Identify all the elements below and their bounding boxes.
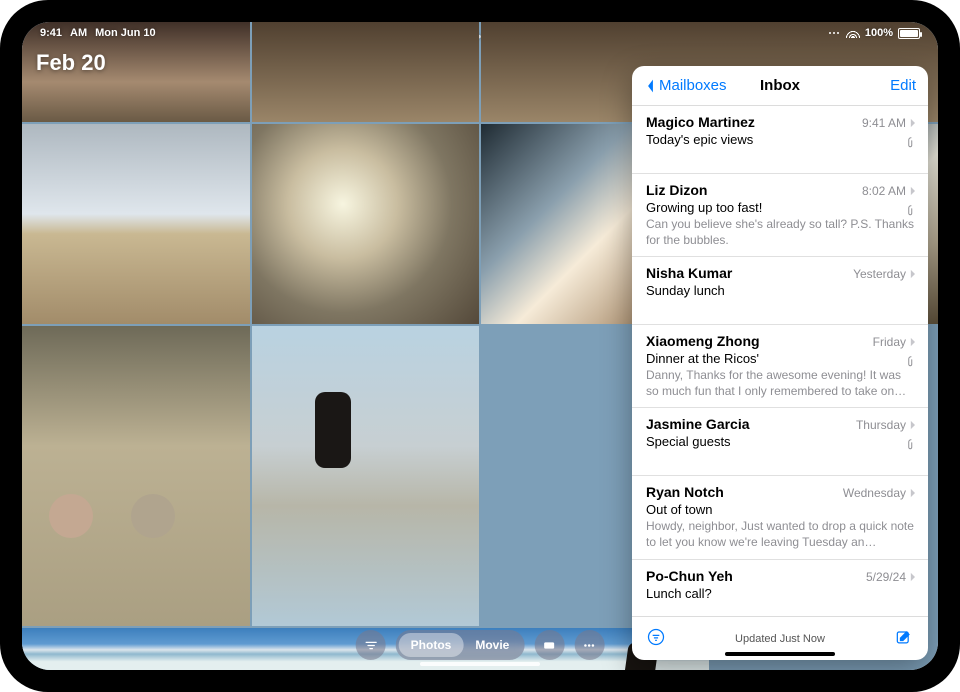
chevron-right-icon <box>909 488 916 498</box>
chevron-right-icon <box>909 337 916 347</box>
photo-thumbnail[interactable] <box>252 326 480 626</box>
mail-preview: Can you believe she's already so tall? P… <box>646 217 916 248</box>
mail-time: 5/29/24 <box>866 570 916 584</box>
mail-toolbar: Updated Just Now <box>632 616 928 660</box>
segment-photos[interactable]: Photos <box>399 633 464 657</box>
battery-icon <box>898 28 920 39</box>
filter-mail-button[interactable] <box>646 627 666 650</box>
mail-sender: Jasmine Garcia <box>646 416 750 432</box>
battery-percent: 100% <box>865 27 893 39</box>
mail-subject: Today's epic views <box>646 132 916 147</box>
compose-icon <box>894 627 914 647</box>
slideover-home-indicator[interactable] <box>725 652 835 656</box>
mail-slideover: ••• Mailboxes Inbox Edit Magico Martinez… <box>632 66 928 660</box>
aspect-icon <box>542 638 557 653</box>
attachment-icon <box>906 355 916 373</box>
filter-circle-icon <box>646 627 666 647</box>
attachment-icon <box>906 136 916 154</box>
back-label: Mailboxes <box>659 77 727 94</box>
more-icon <box>829 32 831 34</box>
mail-time: Wednesday <box>843 486 916 500</box>
mail-subject: Sunday lunch <box>646 283 916 298</box>
mail-subject: Lunch call? <box>646 586 916 601</box>
view-segment[interactable]: Photos Movie <box>396 630 525 660</box>
mail-item[interactable]: Magico Martinez 9:41 AM Today's epic views <box>632 106 928 174</box>
mail-time: 8:02 AM <box>862 184 916 198</box>
chevron-right-icon <box>909 118 916 128</box>
mail-item[interactable]: Liz Dizon 8:02 AM Growing up too fast! Can … <box>632 174 928 257</box>
status-time: 9:41 <box>40 27 62 39</box>
mail-sender: Liz Dizon <box>646 182 707 198</box>
mail-preview: Danny, Thanks for the awesome evening! I… <box>646 368 916 399</box>
status-bar: 9:41 AM Mon Jun 10 100% <box>22 22 938 44</box>
mail-item[interactable]: Jasmine Garcia Thursday Special guests <box>632 408 928 476</box>
mail-time: Thursday <box>856 418 916 432</box>
attachment-icon <box>906 204 916 222</box>
photos-bottom-controls: Photos Movie <box>356 630 605 660</box>
mail-time: Yesterday <box>853 267 916 281</box>
chevron-right-icon <box>909 269 916 279</box>
mail-title: Inbox <box>760 77 800 94</box>
mail-subject: Growing up too fast! <box>646 200 916 215</box>
mail-item[interactable]: Ryan Notch Wednesday Out of town Howdy, nei… <box>632 476 928 559</box>
photos-date-title: Feb 20 <box>36 50 106 76</box>
photo-thumbnail[interactable] <box>252 124 480 324</box>
mail-time: 9:41 AM <box>862 116 916 130</box>
mail-header: Mailboxes Inbox Edit <box>632 66 928 106</box>
mail-item[interactable]: Nisha Kumar Yesterday Sunday lunch <box>632 257 928 325</box>
chevron-right-icon <box>909 186 916 196</box>
aspect-button[interactable] <box>534 630 564 660</box>
mail-list[interactable]: Magico Martinez 9:41 AM Today's epic views… <box>632 106 928 616</box>
attachment-icon <box>906 438 916 456</box>
mail-subject: Special guests <box>646 434 916 449</box>
chevron-right-icon <box>909 572 916 582</box>
photo-thumbnail[interactable] <box>22 326 250 626</box>
filter-button[interactable] <box>356 630 386 660</box>
status-ampm: AM <box>70 27 87 39</box>
mail-item[interactable]: Po-Chun Yeh 5/29/24 Lunch call? <box>632 560 928 616</box>
mail-sender: Nisha Kumar <box>646 265 732 281</box>
mail-sender: Xiaomeng Zhong <box>646 333 760 349</box>
mail-time: Friday <box>873 335 916 349</box>
more-button[interactable] <box>574 630 604 660</box>
mail-subject: Out of town <box>646 502 916 517</box>
mail-sender: Po-Chun Yeh <box>646 568 733 584</box>
compose-button[interactable] <box>894 627 914 650</box>
chevron-left-icon <box>644 78 657 94</box>
ipad-device-frame: 9:41 AM Mon Jun 10 100% ••• <box>0 0 960 692</box>
ipad-screen: 9:41 AM Mon Jun 10 100% ••• <box>22 22 938 670</box>
ellipsis-icon <box>582 638 597 653</box>
mailboxes-back-button[interactable]: Mailboxes <box>644 77 727 94</box>
photo-thumbnail[interactable] <box>22 124 250 324</box>
home-indicator[interactable] <box>420 662 540 666</box>
mail-status-text: Updated Just Now <box>735 633 825 645</box>
filter-icon <box>363 638 378 653</box>
wifi-icon <box>846 28 860 38</box>
chevron-right-icon <box>909 420 916 430</box>
mail-sender: Magico Martinez <box>646 114 755 130</box>
segment-movie[interactable]: Movie <box>463 633 521 657</box>
mail-subject: Dinner at the Ricos' <box>646 351 916 366</box>
status-date: Mon Jun 10 <box>95 27 156 39</box>
mail-sender: Ryan Notch <box>646 484 724 500</box>
mail-preview: Howdy, neighbor, Just wanted to drop a q… <box>646 519 916 550</box>
mail-item[interactable]: Xiaomeng Zhong Friday Dinner at the Ricos'… <box>632 325 928 408</box>
edit-button[interactable]: Edit <box>890 77 916 94</box>
